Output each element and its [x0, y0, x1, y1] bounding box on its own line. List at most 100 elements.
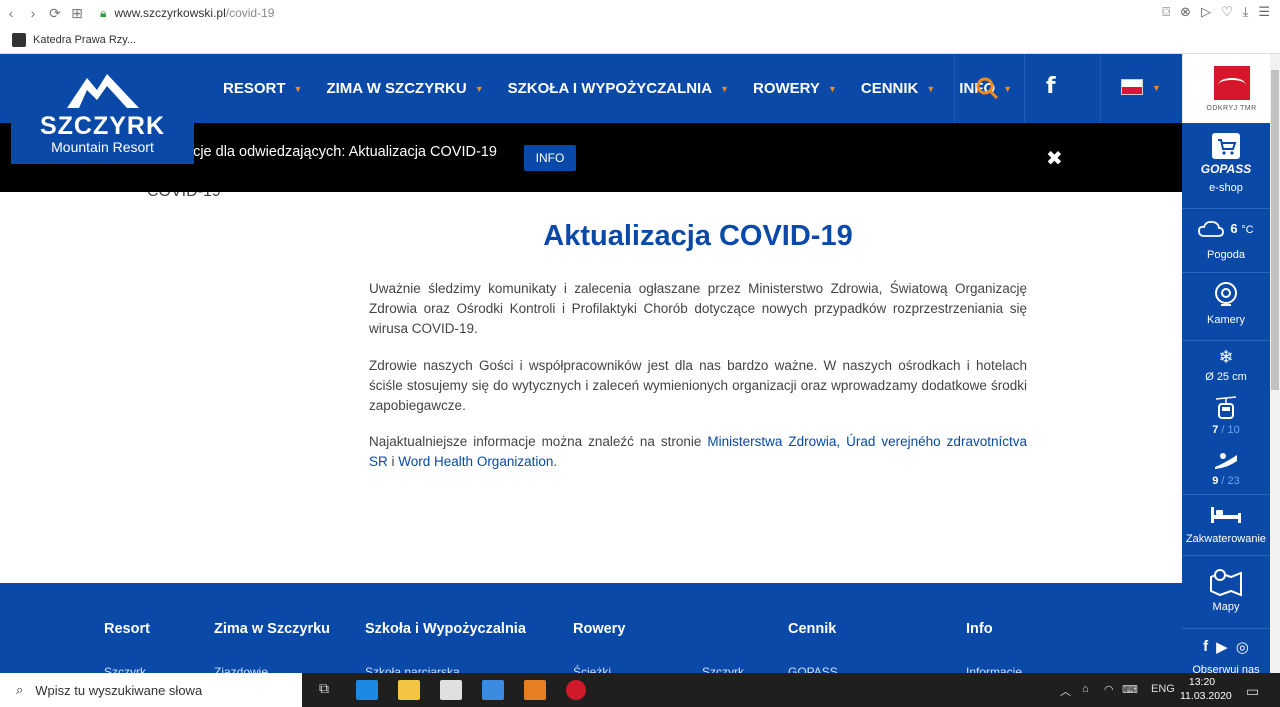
footer-link[interactable]: GOPASS: [788, 665, 838, 673]
wifi-icon[interactable]: ◠: [1104, 683, 1114, 696]
lifts-total: / 10: [1221, 424, 1240, 436]
footer-link[interactable]: Ścieżki: [573, 665, 611, 673]
footer-col-resort[interactable]: Resort: [104, 621, 150, 637]
gondola-icon: [1215, 396, 1237, 419]
instagram-icon[interactable]: ◎: [1236, 638, 1249, 656]
sidebar-divider: [1182, 208, 1270, 209]
notifications-icon[interactable]: ▭: [1246, 683, 1259, 700]
language-indicator[interactable]: ENG: [1151, 683, 1175, 695]
link-who[interactable]: Word Health Organization: [398, 454, 553, 469]
footer-col-rowery[interactable]: Rowery: [573, 621, 625, 637]
runs-total: / 23: [1221, 475, 1240, 487]
flag-pl-icon[interactable]: [1121, 79, 1143, 95]
webcam-icon: [1215, 282, 1237, 306]
caret-down-icon: ▼: [926, 83, 936, 94]
sidebar-mapy[interactable]: Mapy: [1182, 567, 1270, 613]
skier-icon: [1215, 453, 1237, 469]
sidebar-kamery[interactable]: Kamery: [1182, 281, 1270, 326]
menu-item-resort[interactable]: RESORT ▼: [223, 80, 302, 97]
footer-col-cennik[interactable]: Cennik: [788, 621, 836, 637]
sidebar-divider: [1182, 555, 1270, 556]
media-player-icon[interactable]: [524, 680, 546, 700]
mail-icon[interactable]: [482, 680, 504, 700]
keyboard-icon[interactable]: ⌨: [1122, 683, 1138, 696]
main-menu: RESORT ▼ ZIMA W SZCZYRKU ▼ SZKOŁA I WYPOŻY…: [223, 54, 1036, 123]
menu-item-cennik[interactable]: CENNIK ▼: [861, 80, 935, 97]
page-title: Aktualizacja COVID-19: [543, 220, 853, 252]
facebook-icon[interactable]: f: [1203, 638, 1208, 656]
footer-col-info[interactable]: Info: [966, 621, 993, 637]
menu-item-szkola[interactable]: SZKOŁA I WYPOŻYCZALNIA ▼: [508, 80, 729, 97]
tabs-grid-icon[interactable]: ⊞: [66, 5, 88, 22]
youtube-icon[interactable]: ▶: [1216, 638, 1228, 656]
tmr-logo-icon: [1213, 65, 1250, 100]
opera-icon[interactable]: [566, 680, 586, 700]
file-explorer-icon[interactable]: [398, 680, 420, 700]
footer-link[interactable]: Informacje: [966, 665, 1022, 673]
mountain-logo-icon: [66, 74, 139, 108]
address-bar[interactable]: 🔒︎ www.szczyrkowski.pl/covid-19: [100, 6, 274, 21]
edge-icon[interactable]: [356, 680, 378, 700]
temperature-value: 6: [1230, 220, 1238, 236]
url-path: /covid-19: [225, 6, 275, 20]
site-logo[interactable]: SZCZYRK Mountain Resort: [11, 54, 194, 164]
task-view-icon[interactable]: ⧉: [313, 680, 335, 700]
language-caret-icon[interactable]: ▼: [1152, 83, 1161, 93]
taskbar-clock[interactable]: 13:20 11.03.2020: [1180, 675, 1232, 703]
close-icon[interactable]: ✖: [1046, 146, 1063, 171]
caret-down-icon: ▼: [1003, 83, 1013, 94]
reload-icon[interactable]: ⟳: [44, 5, 66, 22]
sidebar-snow[interactable]: ❄ Ø 25 cm: [1182, 348, 1270, 383]
notice-text: acje dla odwiedzających: Aktualizacja CO…: [185, 144, 497, 160]
people-icon[interactable]: ⌂: [1082, 683, 1089, 695]
footer-link[interactable]: Szczyrk: [104, 665, 146, 673]
footer-link[interactable]: Szczyrk: [702, 665, 744, 673]
snow-depth: Ø 25 cm: [1205, 371, 1247, 383]
notice-info-button[interactable]: INFO: [524, 145, 576, 171]
back-icon[interactable]: ‹: [0, 5, 22, 21]
footer-link[interactable]: Zjazdowie: [214, 665, 268, 673]
bookmark-item[interactable]: Katedra Prawa Rzy...: [33, 34, 136, 46]
runs-open: 9: [1212, 475, 1219, 487]
tray-chevron-icon[interactable]: ︿: [1060, 683, 1071, 699]
taskbar-search-placeholder: Wpisz tu wyszukiwane słowa: [35, 682, 203, 698]
content-paragraph-1: Uważnie śledzimy komunikaty i zalecenia …: [369, 281, 1027, 336]
camera-icon[interactable]: ⌼: [1162, 4, 1170, 20]
sidebar-eshop[interactable]: GOPASS e-shop: [1182, 132, 1270, 194]
header-divider: [1100, 54, 1101, 123]
header-divider: [954, 54, 955, 123]
scrollbar-thumb[interactable]: [1271, 70, 1279, 390]
tmr-label: ODKRYJ TMR: [1206, 104, 1257, 112]
settings-icon[interactable]: ☰: [1258, 4, 1270, 20]
forward-icon[interactable]: ›: [22, 5, 44, 21]
sidebar-lifts[interactable]: 7 / 10: [1182, 396, 1270, 436]
taskbar-search[interactable]: ⌕ Wpisz tu wyszukiwane słowa: [0, 673, 302, 707]
footer-col-zima[interactable]: Zima w Szczyrku: [214, 621, 330, 637]
search-icon[interactable]: [975, 76, 999, 100]
send-icon[interactable]: ▷: [1201, 4, 1211, 20]
adblock-icon[interactable]: ⊗: [1180, 4, 1191, 20]
heart-icon[interactable]: ♡: [1221, 4, 1233, 20]
lifts-open: 7: [1212, 424, 1219, 436]
facebook-icon[interactable]: f: [1046, 74, 1056, 99]
bed-icon: [1211, 507, 1241, 523]
sidebar-runs[interactable]: 9 / 23: [1182, 451, 1270, 487]
footer-link[interactable]: Szkoła narciarska: [365, 665, 460, 673]
caret-down-icon: ▼: [293, 83, 303, 94]
caret-down-icon: ▼: [474, 83, 484, 94]
download-icon[interactable]: ⤓: [1243, 4, 1249, 20]
search-icon: ⌕: [16, 682, 24, 697]
mapy-label: Mapy: [1212, 601, 1240, 613]
sidebar-divider: [1182, 494, 1270, 495]
menu-item-zima[interactable]: ZIMA W SZCZYRKU ▼: [326, 80, 483, 97]
content-paragraph-3: Najaktualniejsze informacje można znaleź…: [369, 434, 1027, 469]
sidebar-social: f ▶ ◎ Obserwuj nas: [1182, 638, 1270, 673]
sidebar-divider: [1182, 340, 1270, 341]
sidebar-pogoda[interactable]: 6 °C Pogoda: [1182, 218, 1270, 261]
footer-col-szkola[interactable]: Szkoła i Wypożyczalnia: [365, 621, 526, 637]
sidebar-zakwaterowanie[interactable]: Zakwaterowanie: [1182, 505, 1270, 545]
store-icon[interactable]: [440, 680, 462, 700]
menu-item-rowery[interactable]: ROWERY ▼: [753, 80, 837, 97]
tmr-link[interactable]: ODKRYJ TMR: [1182, 54, 1280, 123]
content-paragraph-2: Zdrowie naszych Gości i współpracowników…: [369, 358, 1027, 413]
